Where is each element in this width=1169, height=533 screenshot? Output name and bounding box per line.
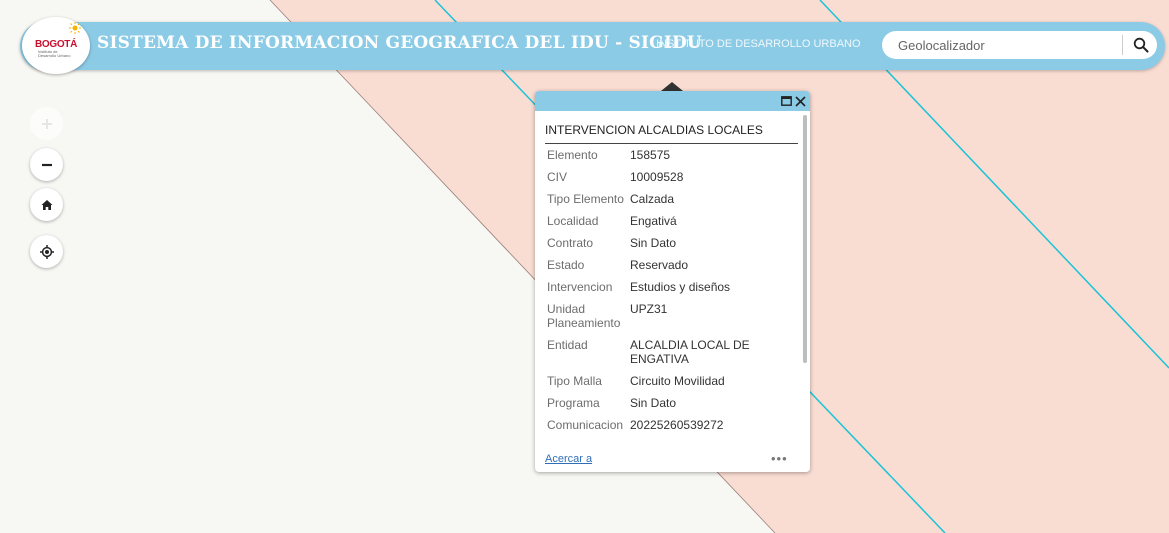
zoom-out-button[interactable] — [30, 148, 63, 181]
more-actions-button[interactable]: ••• — [771, 451, 788, 466]
attribute-row: Tipo Elemento Calzada — [535, 192, 800, 214]
search-button[interactable] — [1128, 33, 1154, 57]
search-input[interactable] — [898, 35, 1118, 55]
attribute-key: Elemento — [547, 148, 598, 162]
search-icon — [1133, 37, 1149, 53]
attribute-key: Contrato — [547, 236, 594, 250]
plus-icon — [41, 118, 52, 129]
scrollbar-thumb[interactable] — [803, 115, 807, 363]
popup-pointer — [661, 82, 683, 91]
attribute-key: Estado — [547, 258, 585, 272]
attribute-value: 20225260539272 — [630, 418, 724, 432]
attribute-value: Estudios y diseños — [630, 280, 731, 294]
attribute-key: Programa — [547, 396, 600, 410]
popup-header — [535, 91, 810, 111]
attribute-row: Programa Sin Dato — [535, 396, 800, 418]
zoom-in-button[interactable] — [30, 107, 63, 140]
geolocator-search — [882, 31, 1157, 59]
search-divider — [1122, 35, 1123, 55]
locate-icon — [39, 244, 54, 259]
popup-footer: Acercar a ••• — [535, 450, 810, 472]
bogota-logo[interactable]: BOGOTÁ Instituto de Desarrollo Urbano — [22, 17, 90, 74]
attribute-row: Contrato Sin Dato — [535, 236, 800, 258]
attribute-value: Sin Dato — [630, 396, 677, 410]
home-button[interactable] — [30, 188, 63, 221]
attribute-key: Intervencion — [547, 280, 613, 294]
attribute-key: Localidad — [547, 214, 599, 228]
attribute-key: Entidad — [547, 338, 588, 352]
attribute-key: Unidad Planeamiento — [547, 302, 621, 330]
attribute-key: CIV — [547, 170, 568, 184]
attribute-key: Tipo Malla — [547, 374, 602, 388]
divider — [545, 143, 798, 144]
attribute-row: CIV 10009528 — [535, 170, 800, 192]
attribute-value: UPZ31 — [630, 302, 668, 316]
attribute-value: 10009528 — [630, 170, 684, 184]
attribute-value: Calzada — [630, 192, 675, 206]
attribute-value: Engativá — [630, 214, 677, 228]
minus-icon — [41, 163, 52, 166]
close-icon — [794, 95, 806, 107]
attribute-row: Unidad Planeamiento UPZ31 — [535, 302, 800, 338]
attribute-row: Tipo Malla Circuito Movilidad — [535, 374, 800, 396]
attribute-row: Elemento 158575 — [535, 148, 800, 170]
attribute-row: Intervencion Estudios y diseños — [535, 280, 800, 302]
sun-icon — [69, 22, 81, 34]
maximize-icon — [780, 96, 792, 106]
logo-subtext: Instituto de Desarrollo Urbano — [38, 49, 71, 58]
close-button[interactable] — [793, 93, 807, 109]
locate-button[interactable] — [30, 235, 63, 268]
attribute-row: Estado Reservado — [535, 258, 800, 280]
zoom-to-link[interactable]: Acercar a — [545, 453, 592, 465]
app-title: SISTEMA DE INFORMACION GEOGRAFICA DEL ID… — [97, 33, 702, 53]
popup-title: INTERVENCION ALCALDIAS LOCALES — [545, 123, 763, 137]
maximize-button[interactable] — [779, 93, 793, 109]
attribute-table: Elemento 158575 CIV 10009528 Tipo Elemen… — [535, 148, 800, 440]
attribute-value: ALCALDIA LOCAL DE ENGATIVA — [630, 338, 750, 366]
attribute-row: Localidad Engativá — [535, 214, 800, 236]
institution-name: INSTITUTO DE DESARROLLO URBANO — [656, 38, 861, 50]
attribute-key: Tipo Elemento — [547, 192, 624, 206]
attribute-row: Entidad ALCALDIA LOCAL DE ENGATIVA — [535, 338, 800, 374]
home-icon — [41, 199, 52, 210]
attribute-row: Comunicacion 20225260539272 — [535, 418, 800, 440]
attribute-key: Comunicacion — [547, 418, 624, 432]
feature-popup: INTERVENCION ALCALDIAS LOCALES Elemento … — [535, 91, 810, 472]
attribute-value: Circuito Movilidad — [630, 374, 725, 388]
attribute-value: 158575 — [630, 148, 671, 162]
attribute-value: Sin Dato — [630, 236, 677, 250]
attribute-value: Reservado — [630, 258, 689, 272]
